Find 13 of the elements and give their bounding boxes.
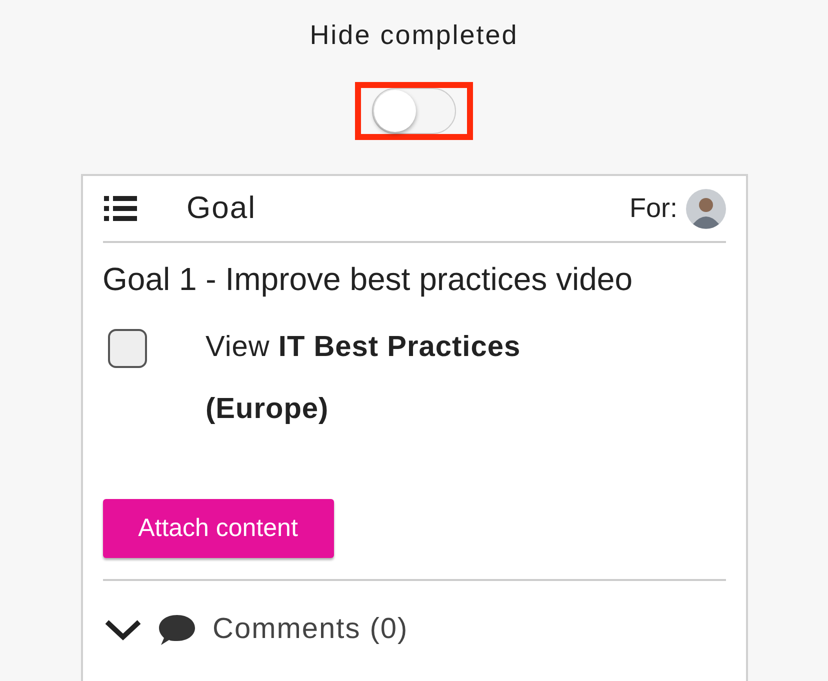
toggle-label: Hide completed (310, 19, 518, 52)
card-title: Goal (186, 189, 256, 228)
speech-bubble-icon (158, 614, 196, 646)
goal-title: Goal 1 - Improve best practices video (102, 260, 634, 299)
comments-label[interactable]: Comments (0) (212, 608, 408, 652)
toggle-switch[interactable] (372, 88, 456, 134)
for-label: For: (629, 192, 678, 226)
avatar-icon (686, 188, 726, 228)
list-icon (104, 196, 136, 222)
attach-content-button[interactable]: Attach content (102, 499, 334, 558)
task-text: View IT Best Practices (Europe) (206, 330, 522, 427)
chevron-down-icon[interactable] (102, 618, 142, 642)
task-checkbox[interactable] (108, 329, 146, 368)
